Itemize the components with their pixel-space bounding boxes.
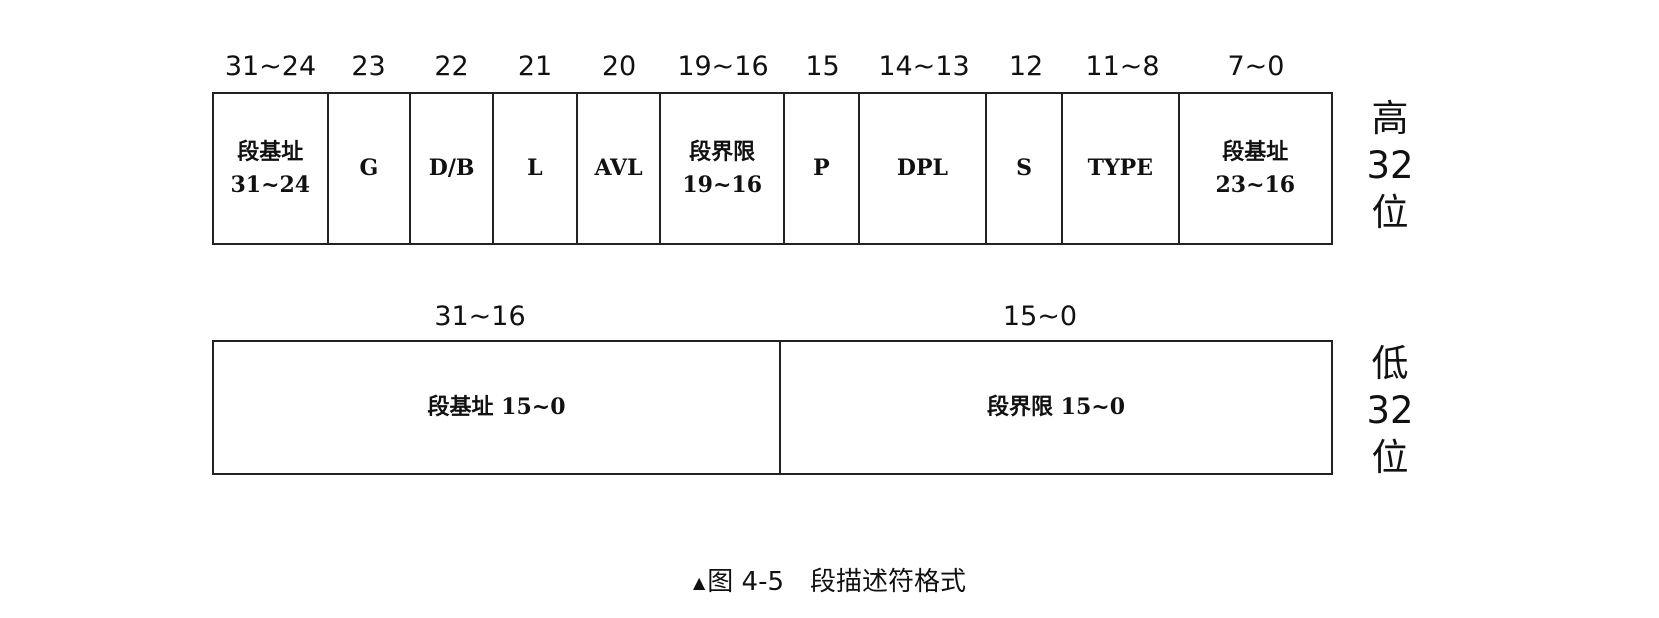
field-text: 段界限 — [689, 138, 756, 165]
field-text: S — [1016, 155, 1033, 181]
side-label-text: 32 — [1366, 144, 1414, 187]
field-text: 段基址 15~0 — [427, 394, 566, 420]
field-l: L — [494, 94, 578, 243]
field-avl: AVL — [578, 94, 662, 243]
field-base-15-0: 段基址 15~0 — [214, 342, 781, 473]
bit-label: 14~13 — [878, 51, 970, 82]
caption-text: 图 4-5 段描述符格式 — [707, 567, 967, 597]
field-text: D/B — [428, 155, 475, 181]
field-db: D/B — [411, 94, 494, 243]
field-dpl: DPL — [860, 94, 988, 243]
field-base-23-16: 段基址 23~16 — [1180, 94, 1331, 243]
field-limit-15-0: 段界限 15~0 — [781, 342, 1331, 473]
bit-label: 31~16 — [434, 301, 526, 332]
side-label-text: 位 — [1371, 436, 1409, 479]
field-p: P — [785, 94, 860, 243]
side-label-text: 32 — [1366, 389, 1414, 432]
high-32-row: 段基址 31~24 G D/B L AVL 段界限 19~16 P DPL S … — [212, 92, 1333, 245]
field-text: P — [813, 155, 830, 181]
bit-label: 7~0 — [1227, 51, 1285, 82]
side-label-text: 位 — [1371, 191, 1409, 234]
field-text: TYPE — [1087, 155, 1153, 181]
field-text: 段基址 — [237, 138, 304, 165]
field-text: AVL — [594, 155, 643, 181]
bit-label: 31~24 — [224, 51, 317, 82]
field-text: 23~16 — [1215, 171, 1296, 198]
field-text: 19~16 — [682, 171, 763, 198]
field-text: 段界限 15~0 — [986, 394, 1126, 420]
high-32-side-label: 高 32 位 — [1355, 95, 1425, 236]
low-32-side-label: 低 32 位 — [1355, 340, 1425, 481]
field-g: G — [329, 94, 412, 243]
field-text: DPL — [896, 155, 949, 181]
bit-label: 20 — [601, 51, 637, 82]
bit-label: 15~0 — [1002, 301, 1078, 332]
field-text: L — [527, 155, 543, 181]
field-text: 段基址 — [1222, 138, 1289, 165]
bit-label: 21 — [517, 51, 553, 82]
side-label-text: 高 — [1371, 97, 1409, 140]
field-base-31-24: 段基址 31~24 — [214, 94, 329, 243]
bit-label: 11~8 — [1085, 51, 1160, 82]
bit-label: 19~16 — [677, 51, 769, 82]
field-text: 31~24 — [230, 171, 311, 198]
bit-label: 12 — [1008, 51, 1044, 82]
field-limit-19-16: 段界限 19~16 — [661, 94, 785, 243]
triangle-icon: ▲ — [692, 573, 706, 592]
bit-label: 22 — [434, 51, 469, 82]
field-s: S — [987, 94, 1063, 243]
field-text: G — [359, 155, 379, 181]
bit-label: 15 — [805, 51, 840, 82]
field-type: TYPE — [1063, 94, 1180, 243]
side-label-text: 低 — [1371, 342, 1409, 385]
low-32-row: 段基址 15~0 段界限 15~0 — [212, 340, 1333, 475]
figure-caption: ▲图 4-5 段描述符格式 — [0, 566, 1659, 599]
bit-label: 23 — [351, 51, 386, 82]
